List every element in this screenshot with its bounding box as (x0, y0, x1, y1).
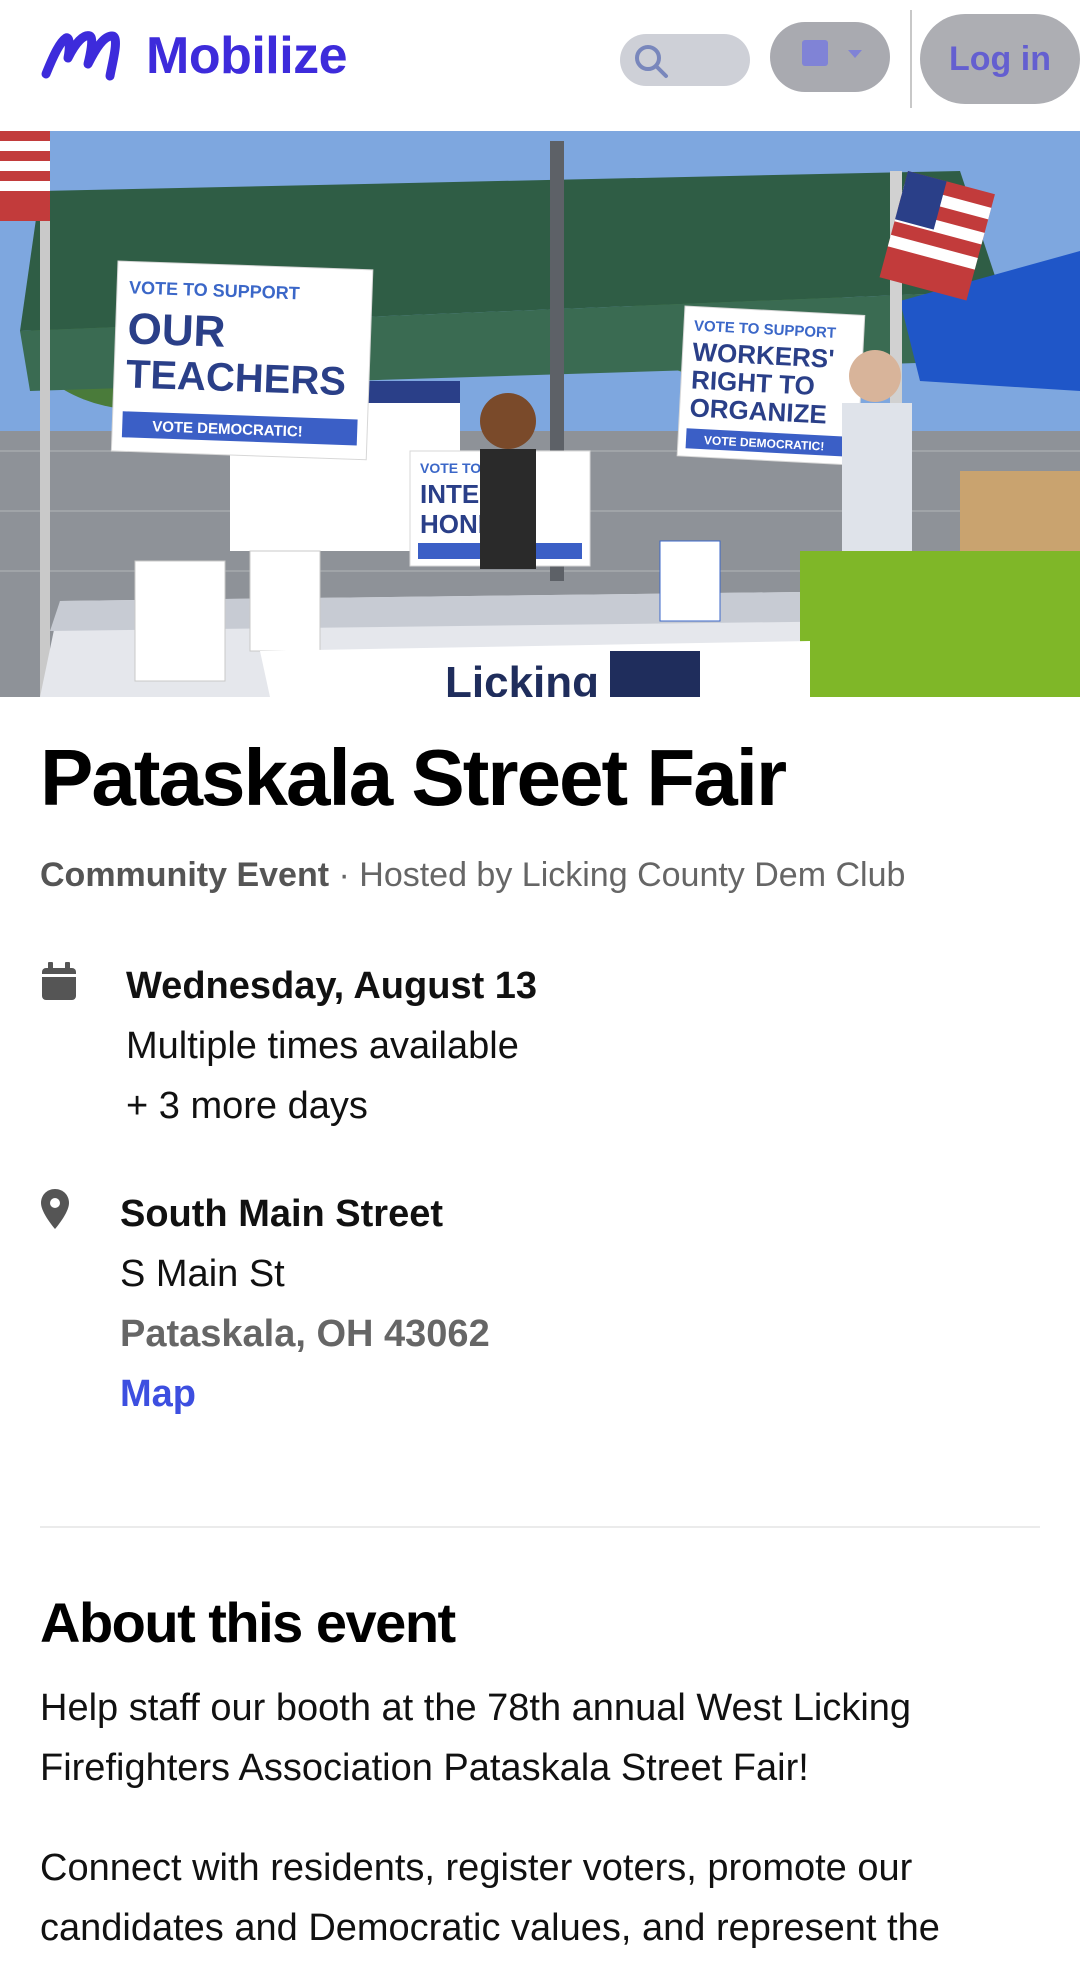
event-photo: VOTE TO SUPPORT OUR TEACHERS VOTE DEMOCR… (0, 131, 1080, 697)
event-subline: Community Event · Hosted by Licking Coun… (40, 856, 905, 895)
event-times: Multiple times available (126, 1025, 519, 1067)
mobilize-logo[interactable]: Mobilize (40, 24, 348, 88)
calendar-icon (42, 962, 76, 1000)
event-location-lines: South Main Street S Main St Pataskala, O… (120, 1184, 490, 1424)
location-name: South Main Street (120, 1193, 444, 1235)
volunteer-woman (480, 393, 536, 569)
location-street: S Main St (120, 1253, 285, 1295)
about-paragraph-2-line-2: candidates and Democratic values, and re… (40, 1907, 940, 1949)
top-header: Mobilize Log in (0, 0, 1080, 132)
calendar-menu-button[interactable] (770, 22, 890, 92)
header-actions: Log in (620, 0, 1080, 131)
event-type: Community Event (40, 856, 330, 894)
calendar-icon (802, 40, 862, 66)
brand-name: Mobilize (146, 27, 348, 85)
login-button[interactable]: Log in (920, 14, 1080, 104)
section-divider (40, 1526, 1040, 1528)
sign-teachers-line2: TEACHERS (125, 352, 346, 404)
mobilize-logo-icon (41, 31, 120, 81)
sign-teachers-line1: OUR (127, 304, 226, 356)
event-host: · Hosted by Licking County Dem Club (329, 856, 906, 894)
more-days-link[interactable]: + 3 more days (126, 1076, 537, 1136)
header-divider (910, 10, 912, 108)
about-paragraph-2: Connect with residents, register voters,… (40, 1838, 1040, 1958)
search-button[interactable] (620, 34, 750, 86)
event-title: Pataskala Street Fair (40, 733, 787, 822)
banner-text: Licking (445, 658, 599, 697)
about-paragraph-2-line-1: Connect with residents, register voters,… (40, 1847, 913, 1889)
search-icon (635, 45, 668, 78)
event-date-lines: Wednesday, August 13 Multiple times avai… (126, 956, 537, 1136)
event-date: Wednesday, August 13 (126, 965, 538, 1007)
booth-photo-illustration: VOTE TO SUPPORT OUR TEACHERS VOTE DEMOCR… (0, 131, 1080, 697)
about-paragraph-1: Help staff our booth at the 78th annual … (40, 1687, 912, 1789)
about-heading: About this event (40, 1591, 456, 1654)
location-pin-icon (41, 1189, 69, 1229)
map-link[interactable]: Map (120, 1364, 490, 1424)
location-city: Pataskala, OH 43062 (120, 1313, 490, 1355)
